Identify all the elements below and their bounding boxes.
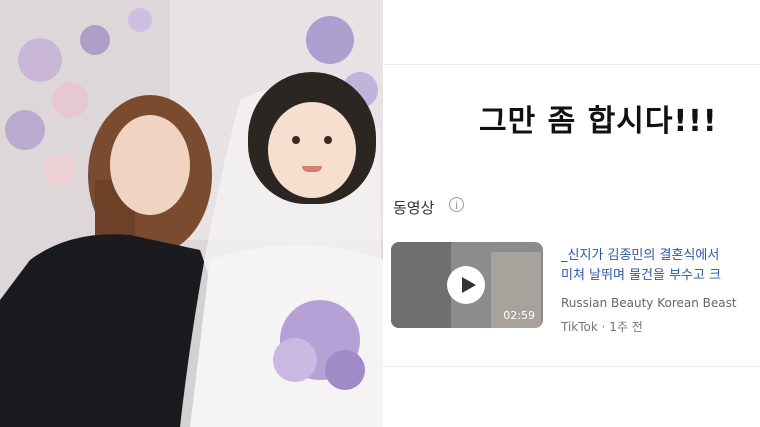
web-search-panel: 그만 좀 합시다!!! 동영상 i 02:59 _신지가 김종민의 결혼식에서 …: [383, 0, 760, 427]
bottom-divider: [383, 366, 760, 367]
info-icon[interactable]: i: [449, 197, 464, 212]
video-duration: 02:59: [503, 309, 535, 322]
headline: 그만 좀 합시다!!!: [479, 104, 718, 139]
video-title-line-2: 미쳐 날뛰며 물건을 부수고 크: [561, 268, 722, 283]
play-icon[interactable]: [447, 266, 485, 304]
bride-face-emoji: 👰🏻‍♀️: [248, 72, 376, 204]
video-result-card[interactable]: 02:59 _신지가 김종민의 결혼식에서 미쳐 날뛰며 물건을 부수고 크 R…: [391, 230, 753, 340]
video-title-line-1: _신지가 김종민의 결혼식에서: [561, 248, 720, 263]
wedding-photo-illustration: [0, 0, 383, 427]
video-thumbnail[interactable]: 02:59: [391, 242, 543, 328]
video-title-link[interactable]: _신지가 김종민의 결혼식에서 미쳐 날뛰며 물건을 부수고 크: [561, 246, 753, 286]
top-divider: [383, 64, 760, 65]
wedding-photo: 👰🏻‍♀️: [0, 0, 383, 427]
videos-section-label: 동영상: [393, 199, 435, 217]
video-channel: Russian Beauty Korean Beast: [561, 296, 737, 310]
video-meta: TikTok · 1주 전: [561, 320, 643, 334]
